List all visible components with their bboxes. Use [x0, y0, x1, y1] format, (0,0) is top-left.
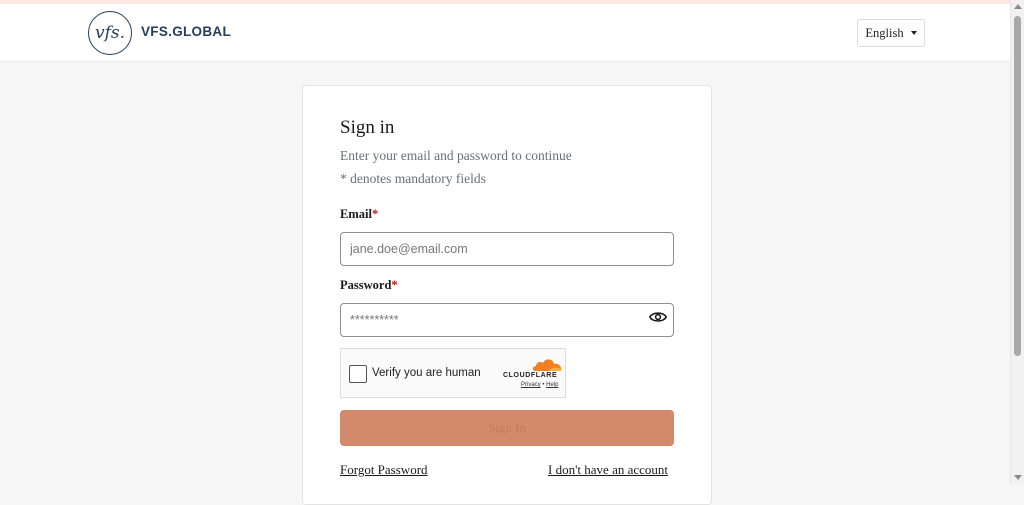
form-subtitle: Enter your email and password to continu… — [340, 148, 572, 163]
language-dropdown[interactable]: English — [857, 19, 925, 47]
sign-in-card: Sign in Enter your email and password to… — [302, 85, 712, 505]
vfs-logo-icon[interactable]: vfs. — [88, 11, 132, 55]
eye-icon[interactable] — [649, 310, 667, 324]
password-label-text: Password — [340, 278, 392, 292]
no-account-link[interactable]: I don't have an account — [548, 462, 668, 478]
cloudflare-cloud-icon — [532, 359, 562, 371]
scroll-thumb[interactable] — [1014, 16, 1021, 356]
captcha-privacy-link[interactable]: Privacy — [521, 382, 541, 388]
mandatory-note: * denotes mandatory fields — [340, 171, 486, 186]
cloudflare-brand: CLOUDFLARE — [503, 372, 558, 379]
cloudflare-captcha: Verify you are human CLOUDFLARE Privacy … — [340, 348, 566, 398]
language-label: English — [865, 25, 904, 40]
page-title: Sign in — [340, 117, 395, 138]
site-header: vfs. VFS.GLOBAL English — [0, 4, 1010, 62]
password-label: Password* — [340, 278, 398, 293]
captcha-help-link[interactable]: Help — [546, 382, 558, 388]
password-input[interactable] — [340, 303, 674, 337]
logo-mark-text: vfs. — [94, 23, 126, 43]
scroll-up-icon[interactable] — [1014, 4, 1022, 9]
scroll-down-icon[interactable] — [1014, 475, 1022, 480]
captcha-links-separator: • — [542, 382, 545, 388]
captcha-label: Verify you are human — [372, 367, 481, 379]
sign-in-button[interactable]: Sign In — [340, 410, 674, 446]
email-label: Email* — [340, 207, 378, 222]
email-required-mark: * — [371, 207, 379, 221]
page-scrollbar[interactable] — [1010, 0, 1024, 484]
email-input[interactable] — [340, 232, 674, 266]
forgot-password-link[interactable]: Forgot Password — [340, 462, 428, 478]
logo-wordmark[interactable]: VFS.GLOBAL — [141, 24, 231, 39]
email-label-text: Email — [340, 207, 372, 221]
password-required-mark: * — [391, 278, 398, 292]
captcha-links: Privacy • Help — [521, 382, 558, 388]
captcha-checkbox[interactable] — [349, 365, 367, 383]
caret-down-icon — [910, 31, 917, 35]
